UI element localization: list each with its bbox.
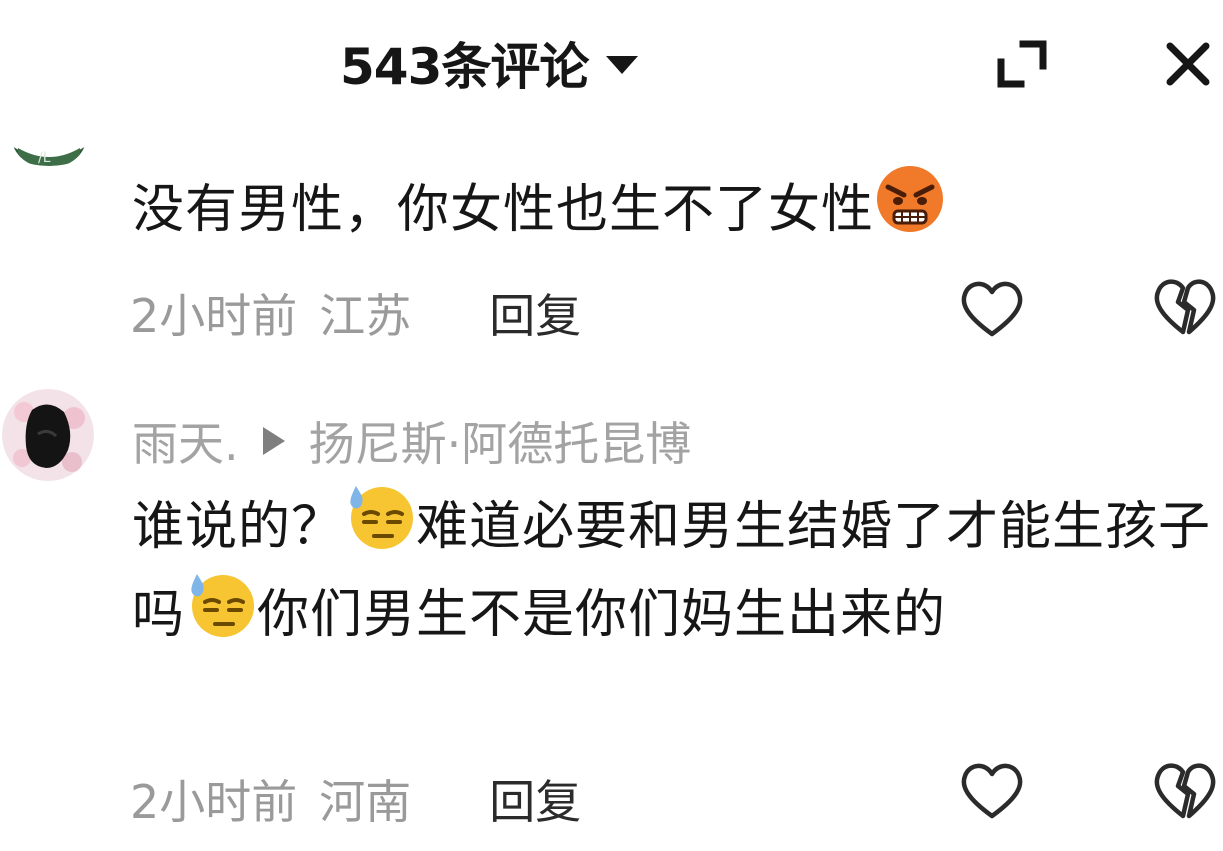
comment-text-part: 你们男生不是你们妈生出来的: [257, 585, 947, 645]
comment-location: 江苏: [319, 289, 412, 343]
reply-to-username[interactable]: 扬尼斯·阿德托昆博: [309, 408, 692, 474]
heart-outline-icon[interactable]: [957, 758, 1027, 822]
comment-count-dropdown[interactable]: 543条评论: [340, 28, 639, 98]
avatar[interactable]: /L: [12, 108, 86, 168]
heart-outline-icon[interactable]: [957, 276, 1027, 340]
reply-arrow-icon: [262, 427, 285, 455]
reply-button[interactable]: 回复: [489, 280, 581, 346]
comment-location: 河南: [319, 775, 412, 829]
comment-body: 没有男性，你女性也生不了女性: [132, 163, 1192, 251]
expand-icon[interactable]: [995, 38, 1049, 90]
dropdown-caret-icon: [606, 56, 639, 74]
comment-count-title: 543条评论: [340, 38, 589, 96]
comment-body: 谁说的？ 难道必要和男生结婚了才能生孩子吗 你们男生不是你们妈生出来的: [132, 480, 1217, 656]
comment-username[interactable]: 雨天.: [132, 408, 239, 474]
comment-meta: 2小时前 江苏 回复: [130, 280, 581, 346]
comment-text-part: 谁说的？: [132, 497, 345, 557]
sweat-face-emoji-icon: [191, 574, 255, 637]
comment-time: 2小时前: [130, 289, 298, 343]
comment-time: 2小时前: [130, 775, 298, 829]
avatar[interactable]: [2, 388, 94, 482]
close-icon[interactable]: [1160, 38, 1216, 90]
angry-face-emoji-icon: [877, 166, 944, 232]
svg-text:/L: /L: [38, 150, 51, 166]
comment-author-row: 雨天. 扬尼斯·阿德托昆博: [132, 408, 691, 474]
sweat-face-emoji-icon: [350, 486, 414, 549]
broken-heart-icon[interactable]: [1150, 274, 1220, 338]
comments-panel: 543条评论 /L 没有男性，你女性也生不了女性 2小时前 江苏 回复 雨天. …: [0, 0, 1223, 851]
comment-text: 没有男性，你女性也生不了女性: [132, 180, 875, 240]
comment-meta: 2小时前 河南 回复: [130, 766, 581, 832]
reply-button[interactable]: 回复: [489, 766, 581, 832]
broken-heart-icon[interactable]: [1150, 758, 1220, 822]
